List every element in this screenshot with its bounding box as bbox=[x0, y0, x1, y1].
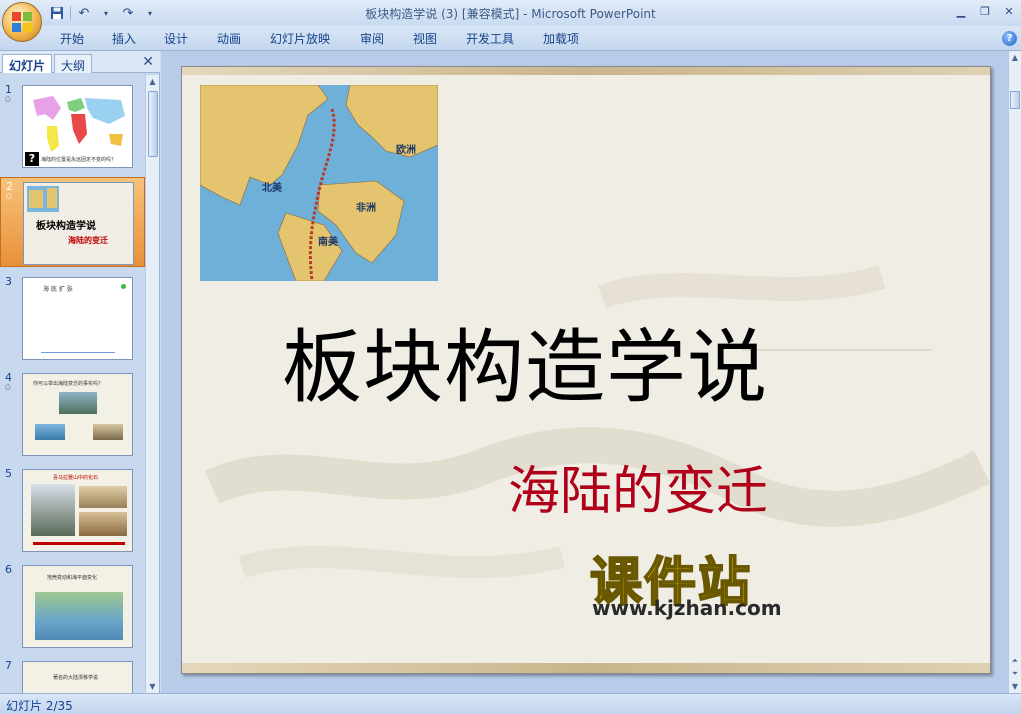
close-pane-icon[interactable]: ✕ bbox=[142, 54, 154, 70]
thumbnail-caption: 海陆的位置是永远固定不变的吗？ bbox=[41, 157, 117, 163]
slide-thumbnail-list: 1 ✩ ? 海陆的位置是永远固定不变的吗？ 2 ✩ 板块构造学说 海陆的变迁 3… bbox=[0, 75, 145, 693]
slide-scrollbar[interactable]: ▲ ⏶ ⏷ ▼ bbox=[1008, 51, 1021, 693]
tab-animations[interactable]: 动画 bbox=[217, 30, 241, 47]
tab-view[interactable]: 视图 bbox=[413, 30, 437, 47]
thumbnail-preview: 板块构造学说 海陆的变迁 bbox=[23, 182, 134, 265]
scrollbar-thumb[interactable] bbox=[148, 91, 158, 157]
window-controls: ▁ ❐ ✕ bbox=[953, 3, 1017, 19]
slide-number: 6 bbox=[5, 563, 12, 576]
slide-thumbnail-5[interactable]: 5 喜马拉雅山中的化石 bbox=[0, 465, 145, 555]
next-slide-icon[interactable]: ⏷ bbox=[1009, 667, 1021, 680]
tab-slides[interactable]: 幻灯片 bbox=[2, 54, 53, 73]
thumbnail-scrollbar[interactable]: ▲ ▼ bbox=[145, 75, 159, 693]
title-bar: 板块构造学说 (3) [兼容模式] - Microsoft PowerPoint… bbox=[0, 0, 1021, 26]
scroll-down-icon[interactable]: ▼ bbox=[1009, 680, 1021, 693]
tab-outline[interactable]: 大纲 bbox=[54, 54, 93, 73]
thumbnail-caption: 著名的大陆漂移学说 bbox=[53, 675, 99, 681]
animation-star-icon: ✩ bbox=[4, 95, 12, 105]
customize-icon[interactable]: ▾ bbox=[141, 4, 159, 22]
maximize-icon[interactable]: ❐ bbox=[977, 3, 993, 19]
status-dot-icon bbox=[121, 284, 126, 289]
office-button[interactable] bbox=[2, 2, 42, 42]
divider-line bbox=[41, 352, 115, 353]
slide-counter: 幻灯片 2/35 bbox=[6, 699, 73, 713]
thumbnail-preview: 你可以举出海陆变迁的事实吗？ bbox=[22, 373, 133, 456]
watermark-url: www.kjzhan.com bbox=[592, 596, 782, 620]
slide-title[interactable]: 板块构造学说 bbox=[282, 303, 842, 419]
animation-star-icon: ✩ bbox=[5, 192, 13, 202]
photo-thumbnail bbox=[35, 424, 65, 440]
save-icon[interactable] bbox=[48, 4, 66, 22]
thumbnail-title: 板块构造学说 bbox=[36, 221, 96, 232]
scrollbar-thumb[interactable] bbox=[1010, 91, 1020, 109]
toolbar-separator bbox=[70, 6, 71, 20]
map-label-north-america: 北美 bbox=[262, 181, 283, 194]
slides-pane: 幻灯片 大纲 ✕ 1 ✩ ? 海陆的位置是永远固定不变的吗？ 2 ✩ 板块构造学… bbox=[0, 51, 160, 693]
redo-icon[interactable]: ↷ bbox=[119, 4, 137, 22]
scroll-down-icon[interactable]: ▼ bbox=[146, 680, 159, 693]
slide-thumbnail-2[interactable]: 2 ✩ 板块构造学说 海陆的变迁 bbox=[0, 177, 145, 267]
pane-tabs: 幻灯片 大纲 ✕ bbox=[0, 51, 160, 73]
slide-thumbnail-4[interactable]: 4 ✩ 你可以举出海陆变迁的事实吗？ bbox=[0, 369, 145, 459]
tab-insert[interactable]: 插入 bbox=[112, 30, 136, 47]
status-bar: 幻灯片 2/35 bbox=[0, 693, 1021, 714]
continental-drift-map: 欧洲 北美 非洲 南美 bbox=[200, 85, 438, 281]
office-logo-icon bbox=[12, 12, 32, 32]
photo-thumbnail bbox=[79, 486, 127, 508]
thumbnail-caption: 地壳变动和海平面变化 bbox=[47, 575, 98, 581]
thumbnail-preview: 喜马拉雅山中的化石 bbox=[22, 469, 133, 552]
red-caption-bar bbox=[33, 542, 125, 545]
thumbnail-preview: 海 底 扩 张 bbox=[22, 277, 133, 360]
slide-thumbnail-3[interactable]: 3 海 底 扩 张 bbox=[0, 273, 145, 363]
slide-subtitle[interactable]: 海陆的变迁 bbox=[508, 449, 768, 524]
thumbnail-caption: 喜马拉雅山中的化石 bbox=[53, 475, 99, 481]
slide-number: 5 bbox=[5, 467, 12, 480]
scroll-up-icon[interactable]: ▲ bbox=[1009, 51, 1021, 64]
slide-number: 7 bbox=[5, 659, 12, 672]
minimize-icon[interactable]: ▁ bbox=[953, 3, 969, 19]
thumbnail-preview: ? 海陆的位置是永远固定不变的吗？ bbox=[22, 85, 133, 168]
tab-design[interactable]: 设计 bbox=[164, 30, 188, 47]
slide-number: 3 bbox=[5, 275, 12, 288]
thumbnail-caption: 海 底 扩 张 bbox=[43, 286, 73, 293]
photo-thumbnail bbox=[93, 424, 123, 440]
slide-thumbnail-1[interactable]: 1 ✩ ? 海陆的位置是永远固定不变的吗？ bbox=[0, 81, 145, 171]
tab-home[interactable]: 开始 bbox=[60, 30, 84, 47]
ribbon-tab-bar: 开始 插入 设计 动画 幻灯片放映 审阅 视图 开发工具 加载项 ? bbox=[0, 26, 1021, 51]
animation-star-icon: ✩ bbox=[4, 383, 12, 393]
photo-thumbnail bbox=[59, 392, 97, 414]
previous-slide-icon[interactable]: ⏶ bbox=[1009, 654, 1021, 667]
undo-icon[interactable]: ↶ bbox=[75, 4, 93, 22]
map-label-south-america: 南美 bbox=[318, 235, 339, 248]
photo-thumbnail bbox=[31, 484, 75, 536]
thumbnail-preview: 地壳变动和海平面变化 bbox=[22, 565, 133, 648]
map-label-europe: 欧洲 bbox=[396, 143, 416, 156]
current-slide[interactable]: 欧洲 北美 非洲 南美 板块构造学说 海陆的变迁 bbox=[181, 66, 991, 674]
slide-editor: 欧洲 北美 非洲 南美 板块构造学说 海陆的变迁 bbox=[161, 51, 1008, 693]
slide-thumbnail-7[interactable]: 7 著名的大陆漂移学说 bbox=[0, 657, 145, 693]
landscape-thumbnail bbox=[35, 592, 123, 640]
dropdown-arrow-icon[interactable]: ▾ bbox=[97, 4, 115, 22]
tab-review[interactable]: 审阅 bbox=[360, 30, 384, 47]
help-icon[interactable]: ? bbox=[1002, 31, 1017, 46]
close-icon[interactable]: ✕ bbox=[1001, 3, 1017, 19]
photo-thumbnail bbox=[79, 512, 127, 536]
scroll-up-icon[interactable]: ▲ bbox=[146, 75, 159, 88]
thumbnail-preview: 著名的大陆漂移学说 bbox=[22, 661, 133, 693]
tab-developer[interactable]: 开发工具 bbox=[466, 30, 514, 47]
map-thumbnail-image bbox=[27, 186, 59, 212]
map-label-africa: 非洲 bbox=[356, 201, 376, 214]
thumbnail-subtitle: 海陆的变迁 bbox=[68, 236, 108, 245]
quick-access-toolbar: ↶ ▾ ↷ ▾ bbox=[48, 4, 159, 22]
slide-thumbnail-6[interactable]: 6 地壳变动和海平面变化 bbox=[0, 561, 145, 651]
thumbnail-caption: 你可以举出海陆变迁的事实吗？ bbox=[33, 381, 104, 387]
slide-bottom-band bbox=[182, 663, 990, 673]
tab-add-ins[interactable]: 加载项 bbox=[543, 30, 579, 47]
question-mark-icon: ? bbox=[25, 152, 39, 166]
tab-slide-show[interactable]: 幻灯片放映 bbox=[270, 30, 330, 47]
